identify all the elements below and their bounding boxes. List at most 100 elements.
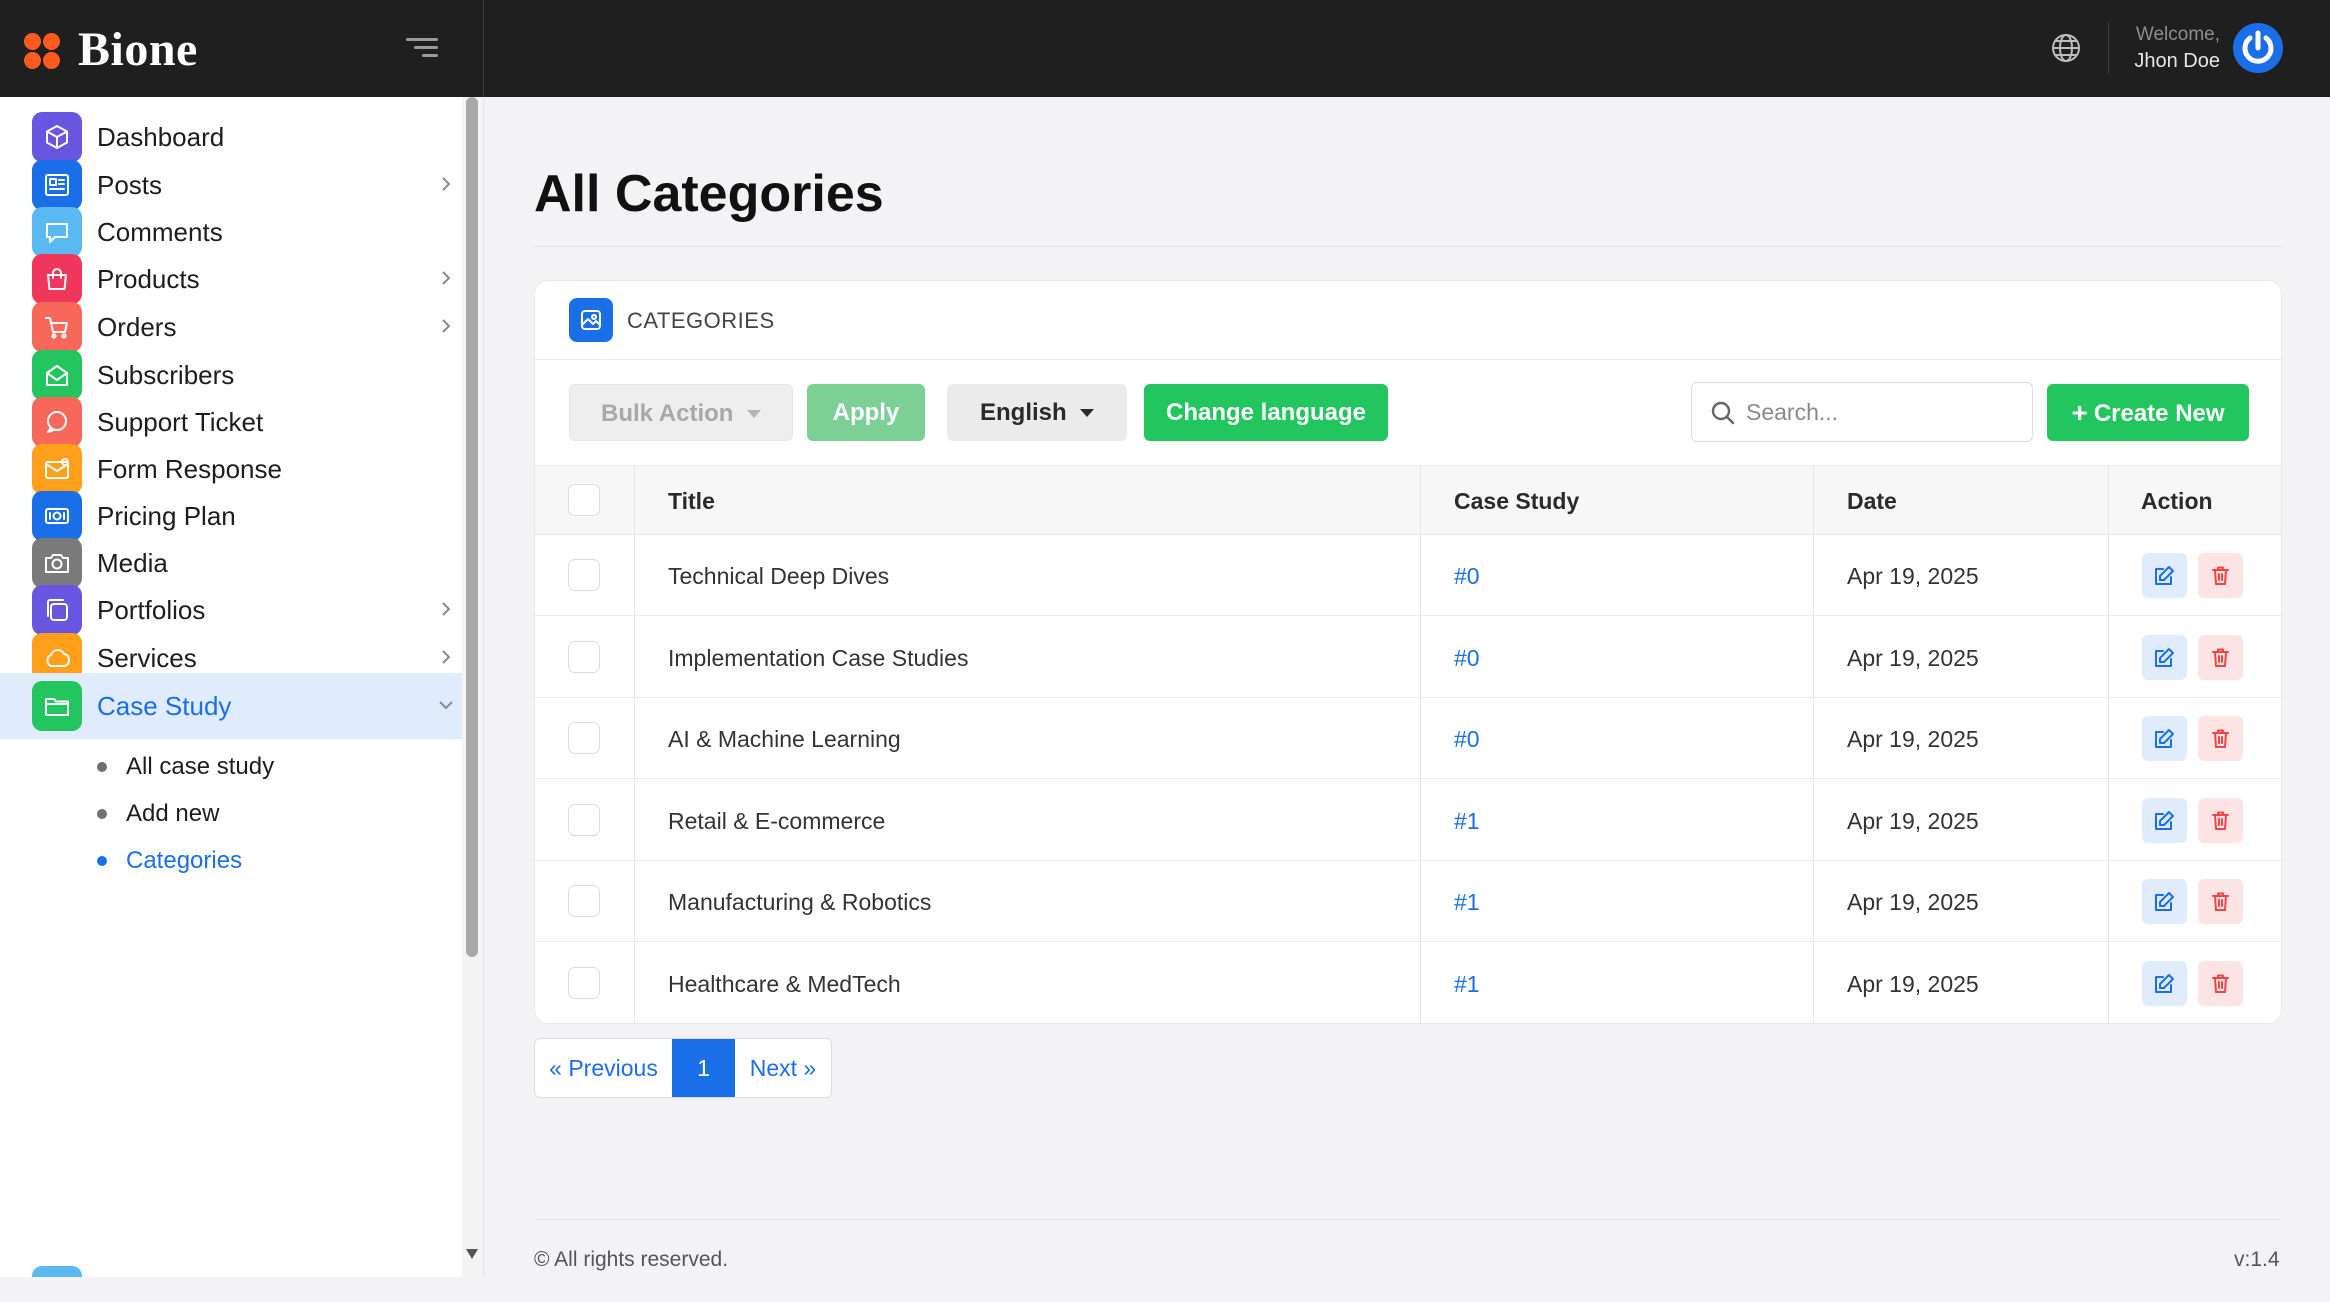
chevron-down-icon <box>1080 409 1094 417</box>
scrollbar-thumb[interactable] <box>466 97 478 957</box>
avatar[interactable] <box>2233 23 2283 73</box>
column-header-title: Title <box>668 488 715 514</box>
edit-button[interactable] <box>2142 960 2187 1006</box>
column-divider <box>1420 465 1421 1023</box>
sidebar-item-label: Comments <box>97 217 223 247</box>
case-study-link[interactable]: #1 <box>1454 889 1480 916</box>
edit-button[interactable] <box>2142 634 2187 680</box>
category-date: Apr 19, 2025 <box>1847 970 1979 997</box>
language-label: English <box>980 399 1067 426</box>
pagination-previous[interactable]: « Previous <box>535 1039 672 1097</box>
table-header: Title Case Study Date Action <box>535 465 2281 535</box>
sidebar-item-label: Posts <box>97 170 163 200</box>
delete-button[interactable] <box>2198 634 2243 680</box>
category-title: Retail & E-commerce <box>668 807 886 834</box>
sidebar-item-label: Media <box>97 548 168 578</box>
folder-icon <box>32 681 82 731</box>
case-study-link[interactable]: #0 <box>1454 563 1480 590</box>
column-divider <box>1813 465 1814 1023</box>
category-title: Manufacturing & Robotics <box>668 889 932 915</box>
chevron-right-icon <box>436 316 456 336</box>
chevron-down-icon <box>436 695 456 715</box>
create-new-label: Create New <box>2093 400 2225 427</box>
change-language-button[interactable]: Change language <box>1144 384 1388 441</box>
column-header-case-study: Case Study <box>1454 488 1580 514</box>
table-row: AI & Machine Learning #0 Apr 19, 2025 <box>535 698 2281 779</box>
column-divider <box>634 465 635 1023</box>
sidebar-item-label: Subscribers <box>97 360 235 390</box>
title-divider <box>534 246 2282 247</box>
case-study-link[interactable]: #1 <box>1454 971 1480 998</box>
sidebar-item-label: Products <box>97 264 200 294</box>
row-checkbox[interactable] <box>568 722 600 754</box>
scroll-down-arrow-icon[interactable] <box>464 1247 480 1261</box>
menu-toggle-icon[interactable] <box>406 36 438 60</box>
sidebar-item-label: Case Study <box>97 691 232 721</box>
brand[interactable]: Bione <box>0 0 484 97</box>
row-checkbox[interactable] <box>568 885 600 917</box>
sidebar-subitem-categories[interactable]: Categories <box>0 832 462 888</box>
edit-button[interactable] <box>2142 716 2187 761</box>
row-checkbox[interactable] <box>568 803 600 836</box>
sidebar-item-partial[interactable]: T <box>0 1258 462 1277</box>
bullet-icon <box>97 856 107 866</box>
sidebar-item-label: T <box>97 1276 113 1277</box>
edit-button[interactable] <box>2142 879 2187 924</box>
delete-button[interactable] <box>2198 553 2243 598</box>
globe-icon[interactable] <box>2050 32 2082 64</box>
bulk-action-label: Bulk Action <box>601 400 734 427</box>
chevron-right-icon <box>436 599 456 619</box>
row-checkbox[interactable] <box>568 640 600 673</box>
table-row: Retail & E-commerce #1 Apr 19, 2025 <box>535 780 2281 861</box>
sidebar-subitem-label: Categories <box>126 847 243 874</box>
column-header-date: Date <box>1847 488 1897 514</box>
category-title: Technical Deep Dives <box>668 563 890 589</box>
table-row: Technical Deep Dives #0 Apr 19, 2025 <box>535 535 2281 616</box>
footer-divider <box>534 1219 2282 1220</box>
search-input[interactable] <box>1746 395 2016 429</box>
nav-icon <box>32 1266 82 1277</box>
select-all-checkbox[interactable] <box>568 484 600 516</box>
power-icon <box>2242 30 2274 64</box>
sidebar-item-case-study[interactable]: Case Study <box>0 673 462 739</box>
delete-button[interactable] <box>2198 716 2243 761</box>
chevron-right-icon <box>436 268 456 288</box>
sidebar: Dashboard Posts Comments Products Orders Subs… <box>0 97 484 1277</box>
category-title: AI & Machine Learning <box>668 726 901 752</box>
delete-button[interactable] <box>2198 797 2243 843</box>
row-checkbox[interactable] <box>568 559 600 591</box>
apply-button[interactable]: Apply <box>807 384 925 441</box>
row-checkbox[interactable] <box>568 966 600 999</box>
case-study-link[interactable]: #0 <box>1454 726 1480 753</box>
bullet-icon <box>97 762 107 772</box>
card-title: CATEGORIES <box>627 308 775 333</box>
search-field[interactable] <box>1691 382 2033 442</box>
sidebar-item-label: Portfolios <box>97 595 206 625</box>
pagination-page-current[interactable]: 1 <box>672 1039 735 1097</box>
delete-button[interactable] <box>2198 879 2243 924</box>
welcome-label: Welcome, <box>2135 24 2220 45</box>
edit-button[interactable] <box>2142 553 2187 598</box>
sidebar-subitem-label: Add new <box>126 800 220 827</box>
column-divider <box>2108 465 2109 1023</box>
create-new-button[interactable]: + Create New <box>2047 384 2249 441</box>
language-select[interactable]: English <box>947 384 1127 441</box>
case-study-link[interactable]: #1 <box>1454 808 1480 835</box>
chevron-right-icon <box>436 174 456 194</box>
delete-button[interactable] <box>2198 960 2243 1006</box>
page-title: All Categories <box>534 165 884 223</box>
bulk-action-select[interactable]: Bulk Action <box>569 384 793 441</box>
pagination: « Previous 1 Next » <box>534 1038 832 1098</box>
sidebar-subitem-label: All case study <box>126 753 275 780</box>
sidebar-item-label: Pricing Plan <box>97 501 236 531</box>
category-title: Implementation Case Studies <box>668 644 969 671</box>
search-icon <box>1711 401 1735 425</box>
case-study-link[interactable]: #0 <box>1454 645 1480 672</box>
categories-card: CATEGORIES Bulk Action Apply English Cha… <box>534 280 2282 1024</box>
sidebar-item-label: Services <box>97 643 197 673</box>
edit-button[interactable] <box>2142 797 2187 843</box>
category-date: Apr 19, 2025 <box>1847 889 1979 915</box>
pagination-next[interactable]: Next » <box>735 1039 831 1097</box>
category-date: Apr 19, 2025 <box>1847 563 1979 589</box>
chevron-right-icon <box>436 647 456 667</box>
